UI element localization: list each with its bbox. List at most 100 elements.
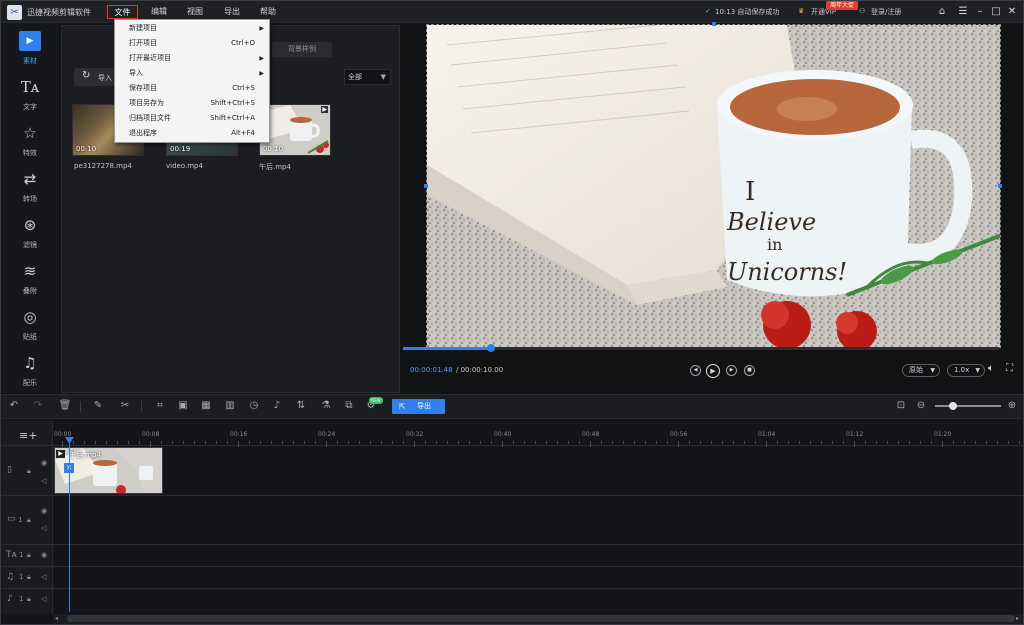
add-track-icon[interactable]: ≡+ [19,429,37,442]
playhead[interactable] [69,438,70,612]
timeline-zoom-knob[interactable] [949,402,957,410]
import-button[interactable]: ↻ 导入 [74,68,118,86]
video-preview[interactable]: I Believe in Unicorns! [426,24,1001,348]
close-button[interactable]: ✕ [1004,4,1020,20]
undo-icon[interactable]: ↶ [7,399,21,413]
sidebar-item-label: 特效 [23,149,37,157]
edit-icon[interactable]: ✎ [91,399,105,413]
sidebar-item-transition[interactable]: ⇄ 转场 [1,165,59,211]
material-filter-select[interactable]: 全部 ▼ [344,69,391,85]
volume-icon[interactable]: ◁ [41,595,46,603]
volume-icon[interactable]: ◁ [41,524,46,532]
scroll-left-icon[interactable]: ◂ [55,615,58,622]
play-button[interactable]: ▶ [706,364,720,378]
row-separator [1,566,1023,567]
fit-timeline-icon[interactable]: ⊡ [894,399,908,413]
sidebar-item-filter[interactable]: ⊛ 滤镜 [1,211,59,257]
crop-icon[interactable]: ⌗ [153,399,167,413]
volume-icon[interactable]: ◁ [41,477,46,485]
zoom-out-icon[interactable]: ⊖ [914,399,928,413]
resize-handle[interactable] [998,184,1002,188]
sidebar-item-sticker[interactable]: ◎ 贴纸 [1,303,59,349]
volume-icon[interactable]: 🔈︎ [988,363,994,374]
ruler-tick [480,441,481,444]
stop-button[interactable]: ■ [744,365,755,376]
subtitle-icon[interactable]: ⧉ [342,399,356,413]
resize-handle[interactable] [712,22,716,26]
eye-icon[interactable]: ◉ [41,507,47,515]
delete-icon[interactable]: 🗑︎ [58,399,72,413]
pip-track-icon: ▭ [7,514,16,524]
split-scissors-icon[interactable]: ✂ [118,399,132,413]
record-voice-icon[interactable]: ♪ [270,399,284,413]
export-button[interactable]: ⇱ 导出 [392,399,445,414]
maximize-button[interactable]: □ [988,4,1004,20]
row-separator [1,544,1023,545]
redo-icon[interactable]: ↷ [31,399,45,413]
ruler-tick [854,441,855,447]
lock-icon[interactable]: 🔒︎ [27,516,31,525]
color-icon[interactable]: ⚗ [319,399,333,413]
login-link[interactable]: 登录/注册 [871,7,901,17]
menu-view[interactable]: 视图 [181,5,209,19]
next-frame-button[interactable]: ▶ [726,365,737,376]
timeline-zoom-slider[interactable] [935,405,1001,407]
file-menu-dropdown: 新建项目 ▶ 打开项目 Ctrl+O 打开最近项目 ▶ 导入 ▶ 保存项目 Ctrl+S 项目另存为… [114,19,270,143]
lock-icon[interactable]: 🔒︎ [27,551,31,560]
ruler-tick [799,441,800,444]
volume-icon[interactable]: ◁ [41,573,46,581]
eye-icon[interactable]: ◉ [41,551,47,559]
tab-background-samples[interactable]: 背景样例 [272,42,332,57]
previous-frame-button[interactable]: ◀ [690,365,701,376]
video-track-icon: ▯ [7,465,12,475]
menu-export[interactable]: 导出 [218,5,246,19]
sidebar-item-music[interactable]: ♫ 配乐 [1,349,59,395]
speed-select[interactable]: 1.0x ▼ [947,364,985,377]
file-menu-item[interactable]: 打开项目 Ctrl+O [115,36,269,51]
lock-icon[interactable]: 🔒︎ [27,467,31,476]
menu-edit[interactable]: 编辑 [145,5,173,19]
fullscreen-icon[interactable]: ⛶ [1006,363,1013,374]
ruler-tick [887,441,888,444]
track-index: 1 [19,551,24,559]
menu-item-label: 归档项目文件 [129,114,171,122]
timeline-scrollbar-thumb[interactable] [67,615,1015,622]
sidebar-item-overlay[interactable]: ≋ 叠附 [1,257,59,303]
resize-handle[interactable] [424,184,428,188]
pip-icon[interactable]: ▣ [176,399,190,413]
file-menu-item[interactable]: 项目另存为 Shift+Ctrl+S [115,96,269,111]
ruler-tick [95,441,96,444]
lock-icon[interactable]: 🔒︎ [27,595,31,604]
sidebar-item-text[interactable]: Tᴀ 文字 [1,73,59,119]
ruler-tick [579,441,580,444]
sidebar-item-effects[interactable]: ☆ 特效 [1,119,59,165]
zoom-in-icon[interactable]: ⊕ [1005,399,1019,413]
menu-file[interactable]: 文件 [107,5,138,19]
file-menu-item[interactable]: 新建项目 ▶ [115,21,269,36]
duration-clock-icon[interactable]: ◷ [247,399,261,413]
ruler-tick [469,441,470,444]
menu-help[interactable]: 帮助 [254,5,282,19]
lock-icon[interactable]: 🔒︎ [27,573,31,582]
file-menu-item[interactable]: 保存项目 Ctrl+S [115,81,269,96]
sidebar-item-material[interactable]: ▶ 素材 [1,27,59,73]
scroll-right-icon[interactable]: ▸ [1016,615,1019,622]
ruler-label: 00:48 [582,431,600,438]
eye-icon[interactable]: ◉ [41,459,47,467]
ruler-tick [73,441,74,444]
aspect-select[interactable]: 原始 ▼ [902,364,940,377]
menu-icon[interactable]: ☰ [955,4,971,20]
ruler-tick [821,441,822,444]
audio-bars-icon[interactable]: ▥ [223,399,237,413]
mosaic-icon[interactable]: ▦ [199,399,213,413]
text-icon: Tᴀ [20,78,40,96]
file-menu-item[interactable]: 归档项目文件 Shift+Ctrl+A [115,111,269,126]
minimize-button[interactable]: – [972,4,988,20]
playback-progress-knob[interactable] [487,344,496,352]
file-menu-item[interactable]: 退出程序 Alt+F4 [115,126,269,141]
speed-icon[interactable]: ⇅ [294,399,308,413]
home-icon[interactable]: ⌂ [934,4,950,20]
ruler-tick [458,441,459,444]
file-menu-item[interactable]: 导入 ▶ [115,66,269,81]
file-menu-item[interactable]: 打开最近项目 ▶ [115,51,269,66]
